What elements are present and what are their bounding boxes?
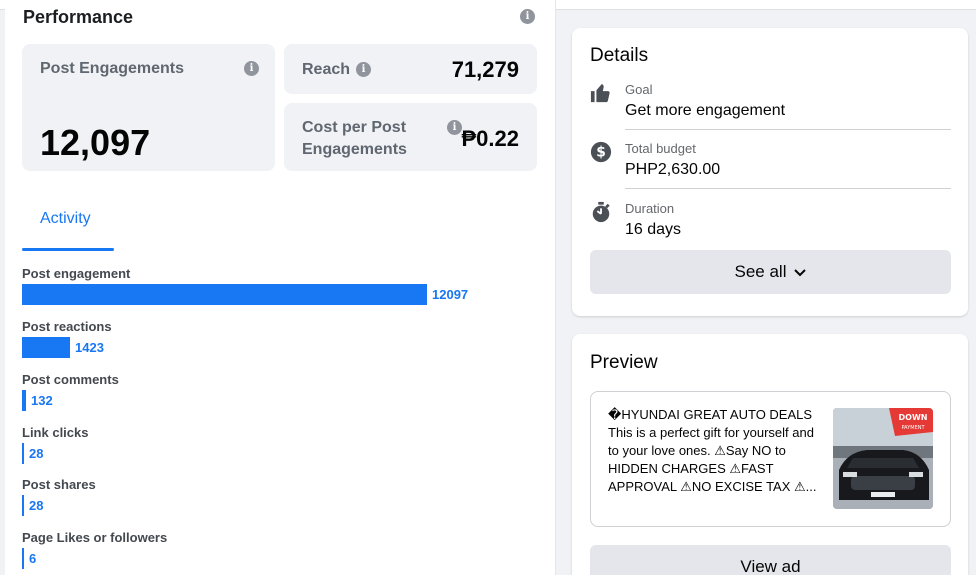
see-all-button[interactable]: See all <box>590 250 951 294</box>
performance-panel: Performance i Post Engagements i 12,097 … <box>5 0 556 575</box>
dollar-icon: $ <box>590 141 612 163</box>
metric-bar <box>22 495 24 516</box>
info-icon[interactable]: i <box>447 120 462 135</box>
details-title: Details <box>590 45 649 66</box>
goal-label: Goal <box>625 82 653 97</box>
metric-value: 12097 <box>432 287 469 302</box>
preview-title: Preview <box>590 352 658 373</box>
cost-per-engagement-value: ₱0.22 <box>461 126 520 151</box>
budget-value: PHP2,630.00 <box>625 161 721 178</box>
metric-label: Post shares <box>22 477 96 492</box>
metric-bar <box>22 548 24 569</box>
ad-thumbnail: DOWN PAYMENT <box>833 408 933 509</box>
post-engagements-value: 12,097 <box>40 122 151 163</box>
performance-title: Performance <box>23 7 134 27</box>
reach-label: Reach <box>302 61 351 78</box>
tab-activity[interactable]: Activity <box>40 210 91 228</box>
metric-label: Post engagement <box>22 266 131 281</box>
metric-post-engagement: Post engagement 12097 <box>22 266 542 314</box>
info-icon[interactable]: i <box>520 9 535 24</box>
divider <box>625 129 951 130</box>
svg-text:$: $ <box>596 145 606 161</box>
tab-active-indicator <box>22 248 114 251</box>
stopwatch-icon <box>590 201 612 223</box>
budget-label: Total budget <box>625 141 696 156</box>
thumbs-up-icon <box>590 82 612 104</box>
metric-value: 1423 <box>75 340 104 355</box>
metric-post-shares: Post shares 28 <box>22 477 542 525</box>
see-all-label: See all <box>734 262 787 281</box>
info-icon[interactable]: i <box>244 61 259 76</box>
cost-per-engagement-card: Cost per Post Engagements i ₱0.22 <box>284 103 537 171</box>
metric-link-clicks: Link clicks 28 <box>22 425 542 473</box>
thumb-badge-text: DOWN <box>899 413 928 422</box>
duration-label: Duration <box>625 201 675 216</box>
metric-value: 28 <box>29 498 44 513</box>
metric-label: Post comments <box>22 372 119 387</box>
metric-bar <box>22 284 427 305</box>
metric-bar <box>22 390 26 411</box>
metric-bar <box>22 337 70 358</box>
metric-value: 6 <box>29 551 37 566</box>
metric-label: Link clicks <box>22 425 89 440</box>
metric-post-comments: Post comments 132 <box>22 372 542 420</box>
chevron-down-icon <box>794 262 807 282</box>
divider <box>625 188 951 189</box>
cost-per-engagement-label: Cost per Post Engagements <box>302 119 407 158</box>
ad-text: �HYUNDAI GREAT AUTO DEALS This is a perf… <box>608 407 817 494</box>
metric-bar <box>22 443 24 464</box>
post-engagements-card: Post Engagements i 12,097 <box>22 44 275 171</box>
info-icon[interactable]: i <box>356 62 371 77</box>
ad-preview[interactable]: �HYUNDAI GREAT AUTO DEALS This is a perf… <box>590 391 951 527</box>
metric-label: Page Likes or followers <box>22 530 168 545</box>
goal-value: Get more engagement <box>625 102 786 119</box>
metric-value: 132 <box>31 393 53 408</box>
metric-label: Post reactions <box>22 319 112 334</box>
preview-card: Preview �HYUNDAI GREAT AUTO DEALS This i… <box>572 334 968 575</box>
reach-value: 71,279 <box>451 57 519 82</box>
duration-value: 16 days <box>625 221 682 238</box>
view-ad-button[interactable]: View ad <box>590 545 951 575</box>
metric-post-reactions: Post reactions 1423 <box>22 319 542 367</box>
post-engagements-label: Post Engagements <box>40 60 185 77</box>
svg-text:PAYMENT: PAYMENT <box>901 425 925 431</box>
reach-card: Reach i 71,279 <box>284 44 537 94</box>
metric-page-likes: Page Likes or followers 6 <box>22 530 542 575</box>
details-card: Details Goal Get more engagement $ Total… <box>572 28 968 316</box>
metric-value: 28 <box>29 446 44 461</box>
